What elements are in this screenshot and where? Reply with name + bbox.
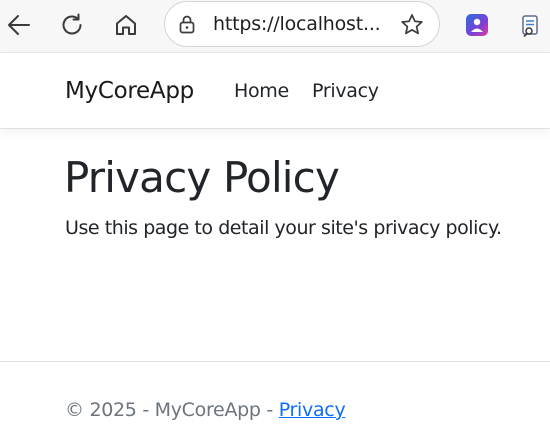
footer-privacy-link[interactable]: Privacy (279, 399, 346, 421)
lock-icon[interactable] (177, 14, 197, 34)
home-button[interactable] (109, 8, 143, 42)
star-icon[interactable] (399, 12, 425, 38)
site-navbar: MyCoreApp Home Privacy (0, 52, 550, 129)
refresh-icon (62, 13, 82, 35)
footer-copyright: © 2025 - MyCoreApp - (65, 399, 279, 421)
brand-link[interactable]: MyCoreApp (65, 77, 194, 105)
nav-link-home[interactable]: Home (234, 79, 289, 103)
address-bar[interactable]: https://localhost... (164, 1, 440, 47)
page-description: Use this page to detail your site's priv… (65, 217, 502, 239)
page-title: Privacy Policy (64, 153, 340, 202)
url-text[interactable]: https://localhost... (213, 13, 381, 35)
refresh-button[interactable] (55, 8, 89, 42)
nav-link-privacy[interactable]: Privacy (312, 79, 379, 103)
home-icon (116, 15, 136, 35)
browser-toolbar: https://localhost... (0, 0, 550, 52)
arrow-left-icon (8, 15, 30, 35)
site-footer: © 2025 - MyCoreApp - Privacy (0, 361, 550, 440)
back-button[interactable] (2, 8, 36, 42)
footer-text: © 2025 - MyCoreApp - Privacy (65, 397, 346, 423)
extension-icon[interactable] (465, 13, 489, 37)
document-search-icon[interactable] (520, 14, 542, 38)
